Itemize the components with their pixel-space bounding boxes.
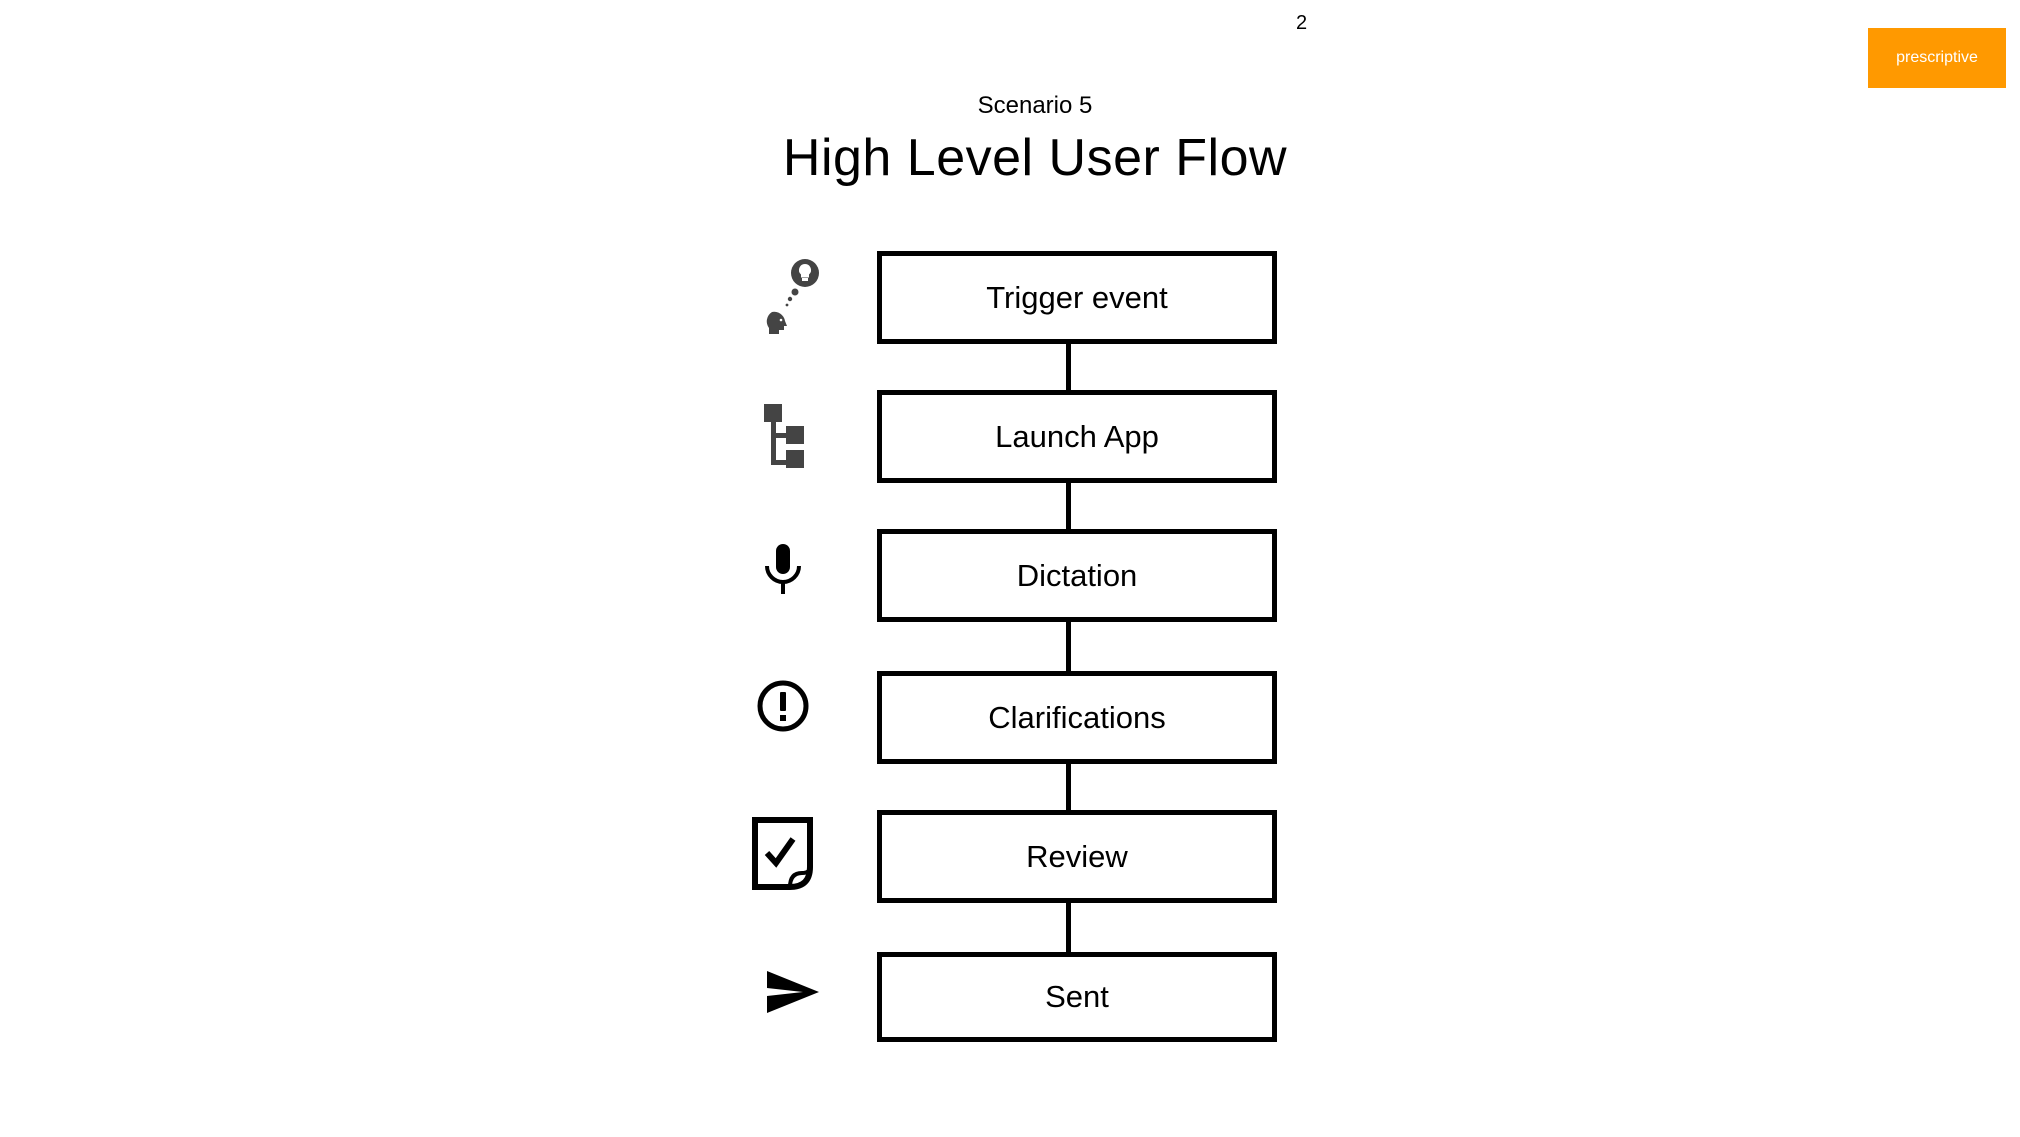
document-check-icon	[752, 817, 813, 890]
flow-connector	[1066, 620, 1071, 674]
flow-step-review: Review	[877, 810, 1277, 903]
flow-connector	[1066, 344, 1071, 392]
alert-circle-icon	[757, 680, 809, 732]
flow-connector	[1066, 761, 1071, 812]
send-icon	[767, 971, 819, 1013]
flow-step-sent: Sent	[877, 952, 1277, 1042]
flow-step-dictation: Dictation	[877, 529, 1277, 622]
flow-step-launch-app: Launch App	[877, 390, 1277, 483]
hierarchy-tree-icon	[764, 404, 804, 468]
thought-idea-icon	[766, 259, 819, 334]
page-number: 2	[1296, 12, 1308, 34]
flow-step-clarifications: Clarifications	[877, 671, 1277, 764]
page-subtitle: Scenario 5	[977, 92, 1093, 119]
flow-connector	[1066, 482, 1071, 532]
page-title: High Level User Flow	[782, 129, 1288, 187]
flow-step-trigger-event: Trigger event	[877, 251, 1277, 344]
flow-connector	[1066, 899, 1071, 954]
prescriptive-tag: prescriptive	[1868, 28, 2006, 88]
microphone-icon	[765, 544, 801, 594]
